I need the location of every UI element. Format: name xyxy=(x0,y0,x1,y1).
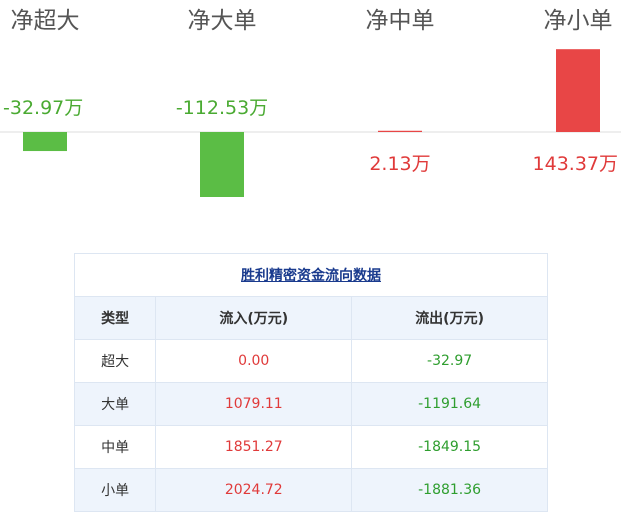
row-inflow: 0.00 xyxy=(155,339,353,383)
table-row: 大单 1079.11 -1191.64 xyxy=(73,382,548,426)
row-outflow: -1881.36 xyxy=(351,468,548,512)
row-type: 超大 xyxy=(73,339,157,383)
bar-2 xyxy=(378,130,422,132)
table-row: 小单 2024.72 -1881.36 xyxy=(73,468,548,512)
value-label: 2.13万 xyxy=(369,153,430,175)
category-label: 净超大 xyxy=(11,8,80,34)
row-inflow: 2024.72 xyxy=(155,468,353,512)
row-outflow: -1849.15 xyxy=(351,425,548,469)
bar-3 xyxy=(556,49,600,133)
bar-1 xyxy=(200,132,244,197)
category-label: 净中单 xyxy=(366,8,435,34)
header-inflow: 流入(万元) xyxy=(155,296,353,340)
header-outflow: 流出(万元) xyxy=(351,296,548,340)
category-label: 净小单 xyxy=(544,8,613,34)
row-type: 大单 xyxy=(73,382,157,426)
table-row: 超大 0.00 -32.97 xyxy=(73,339,548,383)
value-label: -112.53万 xyxy=(176,97,268,119)
bar-0 xyxy=(23,132,67,152)
table-title-link[interactable]: 胜利精密资金流向数据 xyxy=(241,268,381,284)
row-inflow: 1079.11 xyxy=(155,382,353,426)
table-header-row: 类型 流入(万元) 流出(万元) xyxy=(73,296,548,340)
value-label: 143.37万 xyxy=(533,153,618,175)
table-title-cell: 胜利精密资金流向数据 xyxy=(74,253,548,297)
table-row: 中单 1851.27 -1849.15 xyxy=(73,425,548,469)
row-type: 小单 xyxy=(73,468,157,512)
row-type: 中单 xyxy=(73,425,157,469)
row-inflow: 1851.27 xyxy=(155,425,353,469)
fund-flow-bar-chart: 净超大 -32.97万 净大单 -112.53万 净中单 2.13万 净小单 143.37万 xyxy=(0,8,621,197)
row-outflow: -1191.64 xyxy=(351,382,548,426)
fund-flow-table: 胜利精密资金流向数据 类型 流入(万元) 流出(万元) 超大 0.00 -32.… xyxy=(73,253,548,512)
row-outflow: -32.97 xyxy=(351,339,548,383)
category-label: 净大单 xyxy=(188,8,257,34)
header-type: 类型 xyxy=(73,296,157,340)
value-label: -32.97万 xyxy=(3,97,83,119)
